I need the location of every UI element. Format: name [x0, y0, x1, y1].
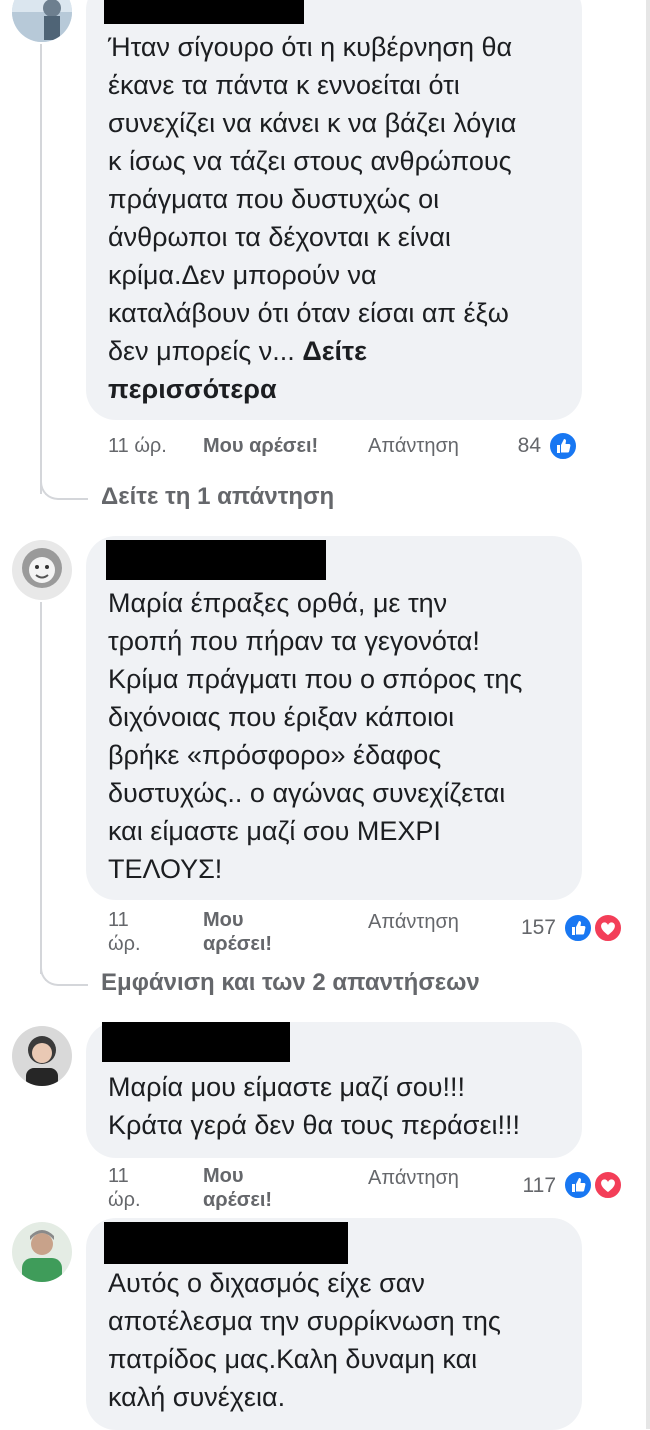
like-button[interactable]: Μου αρέσει! [203, 434, 318, 458]
reply-button[interactable]: Απάντηση [368, 910, 459, 934]
love-icon[interactable] [593, 913, 623, 943]
right-edge-divider [646, 0, 650, 1429]
reaction-count[interactable]: 84 [505, 434, 541, 458]
avatar[interactable] [12, 1026, 72, 1086]
comment-timestamp[interactable]: 11 ώρ. [108, 1164, 141, 1212]
like-icon[interactable] [563, 913, 593, 943]
redacted-author-name [104, 0, 304, 24]
see-more-link[interactable]: Δείτε [302, 336, 367, 366]
reaction-count[interactable]: 117 [510, 1174, 556, 1198]
avatar-photo [12, 540, 72, 600]
comment-text: Μαρία έπραξες ορθά, με την τροπή που πήρ… [108, 588, 523, 884]
avatar-photo [12, 1222, 72, 1282]
like-icon[interactable] [563, 1170, 593, 1200]
avatar[interactable] [12, 1222, 72, 1282]
like-button[interactable]: Μου αρέσει! [203, 1164, 272, 1212]
view-replies-link[interactable]: Δείτε τη 1 απάντηση [101, 482, 334, 512]
avatar-photo [12, 0, 72, 42]
comment-text: Αυτός ο διχασμός είχε σαν αποτέλεσμα την… [108, 1268, 501, 1412]
redacted-author-name [106, 540, 326, 580]
comment-timestamp[interactable]: 11 ώρ. [108, 434, 167, 458]
redacted-author-name [104, 1222, 348, 1264]
thread-line [40, 44, 42, 494]
like-icon[interactable] [548, 431, 578, 461]
thread-line [40, 602, 42, 974]
like-button[interactable]: Μου αρέσει! [203, 908, 272, 956]
love-icon[interactable] [593, 1170, 623, 1200]
avatar[interactable] [12, 540, 72, 600]
comment-timestamp[interactable]: 11 ώρ. [108, 908, 141, 956]
comment-text: Ήταν σίγουρο ότι η κυβέρνηση θα έκανε τα… [108, 32, 517, 404]
avatar-photo [12, 1026, 72, 1086]
comment-text: Μαρία μου είμαστε μαζί σου!!! Κράτα γερά… [108, 1072, 520, 1140]
reaction-count[interactable]: 157 [510, 916, 556, 940]
reply-button[interactable]: Απάντηση [368, 434, 459, 458]
thread-connector [40, 478, 88, 500]
see-more-link-continued[interactable]: περισσότερα [108, 374, 277, 404]
redacted-author-name [102, 1022, 290, 1062]
view-replies-link[interactable]: Εμφάνιση και των 2 απαντήσεων [101, 968, 480, 998]
thread-connector [40, 964, 88, 986]
avatar[interactable] [12, 0, 72, 42]
reply-button[interactable]: Απάντηση [368, 1166, 459, 1190]
